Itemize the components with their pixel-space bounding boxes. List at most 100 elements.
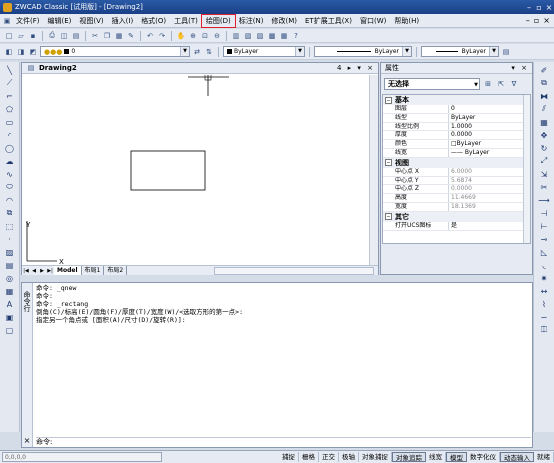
save-icon[interactable]: ▪ (28, 31, 38, 41)
property-value[interactable]: 1.0000 (449, 123, 530, 131)
break-at-point-icon[interactable]: ⊣ (538, 207, 550, 219)
move-icon[interactable]: ✥ (538, 129, 550, 141)
polygon-icon[interactable]: ⬠ (4, 103, 16, 115)
property-row[interactable]: 图层 0 (383, 105, 530, 114)
status-toggle[interactable]: 栅格 (299, 452, 319, 462)
region-icon[interactable]: ◎ (4, 272, 16, 284)
doc-minimize-button[interactable]: – (526, 16, 530, 25)
property-value[interactable]: 0.0000 (449, 131, 530, 139)
prev-tab-icon[interactable]: ◀ (30, 268, 38, 274)
property-category[interactable]: − 视图 (383, 157, 530, 168)
construction-line-icon[interactable]: ⟋ (4, 77, 16, 89)
menu-item[interactable]: 视图(V) (75, 15, 107, 27)
collapse-icon[interactable]: − (385, 213, 392, 221)
status-toggle[interactable]: 对象追踪 (392, 452, 426, 462)
rectangle-entity[interactable] (130, 150, 206, 191)
pan-icon[interactable]: ✋ (176, 31, 186, 41)
selection-dropdown[interactable]: 无选择 ▼ (384, 78, 480, 90)
layout-tab[interactable]: 布局2 (104, 266, 128, 275)
spline-icon[interactable]: ∿ (4, 168, 16, 180)
new-icon[interactable]: □ (4, 31, 14, 41)
rectangle-icon[interactable]: ▭ (4, 116, 16, 128)
drawing-canvas[interactable]: Y X (23, 73, 368, 266)
array-icon[interactable]: ▦ (538, 116, 550, 128)
layer-previous-icon[interactable]: ◩ (28, 47, 38, 57)
stretch-icon[interactable]: ⇲ (538, 168, 550, 180)
lineweight-select[interactable]: ByLayer ▼ (421, 46, 499, 57)
maximize-button[interactable]: ▫ (534, 3, 544, 12)
next-tab-icon[interactable]: ▶ (38, 268, 46, 274)
property-row[interactable]: 高度 11.4669 (383, 194, 530, 203)
property-row[interactable]: 中心点 X 6.0000 (383, 167, 530, 177)
quick-select-icon[interactable]: ∇ (509, 79, 519, 89)
property-value[interactable]: 6.0000 (449, 168, 530, 176)
property-row[interactable]: 颜色 □ByLayer (383, 140, 530, 149)
menu-item[interactable]: 编辑(E) (44, 15, 76, 27)
mtext-icon[interactable]: A (4, 298, 16, 310)
insert-block-icon[interactable]: ⧉ (4, 207, 16, 219)
erase-icon[interactable]: ✐ (538, 64, 550, 76)
make-block-icon[interactable]: ⬚ (4, 220, 16, 232)
first-tab-icon[interactable]: |◀ (22, 268, 30, 274)
gradient-icon[interactable]: ▤ (4, 259, 16, 271)
offset-icon[interactable]: ⫽ (538, 103, 550, 115)
copy-object-icon[interactable]: ⧉ (538, 77, 550, 89)
edit-spline-icon[interactable]: ∽ (538, 311, 550, 323)
layout-tab[interactable]: 布局1 (82, 266, 105, 275)
select-objects-icon[interactable]: ⇱ (496, 79, 506, 89)
property-value[interactable]: 5.6874 (449, 177, 530, 185)
property-category[interactable]: − 基本 (383, 95, 530, 105)
plot-style-icon[interactable]: ▤ (501, 47, 511, 57)
circle-icon[interactable]: ◯ (4, 142, 16, 154)
line-icon[interactable]: ╲ (4, 64, 16, 76)
property-row[interactable]: 宽度 18.1369 (383, 202, 530, 212)
doc-menu-icon[interactable]: ▣ (2, 16, 12, 26)
menu-item[interactable]: ET扩展工具(X) (301, 15, 356, 27)
menu-item[interactable]: 标注(N) (235, 15, 268, 27)
menu-item[interactable]: 帮助(H) (390, 15, 423, 27)
publish-icon[interactable]: ▤ (71, 31, 81, 41)
menu-item[interactable]: 文件(F) (12, 15, 44, 27)
property-value[interactable]: 11.4669 (449, 194, 530, 202)
status-toggle[interactable]: 对象捕捉 (359, 452, 392, 462)
property-value[interactable]: ByLayer (449, 114, 530, 122)
print-icon[interactable]: ⎙ (47, 31, 57, 41)
open-icon[interactable]: ▱ (16, 31, 26, 41)
color-select[interactable]: ByLayer ▼ (223, 46, 305, 57)
cut-icon[interactable]: ✂ (90, 31, 100, 41)
drawing-horizontal-scrollbar[interactable] (214, 266, 374, 275)
arc-icon[interactable]: ◜ (4, 129, 16, 141)
menu-item[interactable]: 插入(I) (108, 15, 138, 27)
property-row[interactable]: 中心点 Y 5.6874 (383, 176, 530, 186)
chamfer-icon[interactable]: ◺ (538, 246, 550, 258)
property-value[interactable]: 0 (449, 105, 530, 113)
drawing-window-controls[interactable]: 4 ▸ ▾ × (337, 64, 378, 72)
join-icon[interactable]: ⊸ (538, 233, 550, 245)
calculator-icon[interactable]: ▦ (279, 31, 289, 41)
status-toggle[interactable]: 就绪 (534, 452, 554, 462)
menu-item[interactable]: 窗口(W) (356, 15, 390, 27)
edit-polyline-icon[interactable]: ⌇ (538, 298, 550, 310)
status-toggle[interactable]: 正交 (319, 452, 339, 462)
explode-icon[interactable]: ✷ (538, 272, 550, 284)
undo-icon[interactable]: ↶ (145, 31, 155, 41)
polyline-icon[interactable]: ⌐ (4, 90, 16, 102)
properties-controls[interactable]: ▾ × (511, 64, 532, 72)
ellipse-icon[interactable]: ⬭ (4, 181, 16, 193)
status-toggle[interactable]: 数字化仪 (467, 452, 500, 462)
hatch-icon[interactable]: ▨ (4, 246, 16, 258)
status-toggle[interactable]: 动态输入 (500, 452, 534, 462)
command-input-line[interactable]: 命令: (36, 437, 531, 446)
table-icon[interactable]: ▦ (4, 285, 16, 297)
property-row[interactable]: 线宽 —— ByLayer (383, 148, 530, 158)
status-toggle[interactable]: 线宽 (426, 452, 446, 462)
property-value[interactable]: 0.0000 (449, 185, 530, 193)
mirror-icon[interactable]: ⧓ (538, 90, 550, 102)
collapse-icon[interactable]: − (385, 159, 392, 167)
zoom-previous-icon[interactable]: ⊖ (212, 31, 222, 41)
toggle-pickadd-icon[interactable]: ⊞ (483, 79, 493, 89)
make-current-layer-icon[interactable]: ⇄ (192, 47, 202, 57)
properties-icon[interactable]: ▥ (231, 31, 241, 41)
doc-restore-button[interactable]: ▫ (534, 16, 539, 25)
wipeout-icon[interactable]: ▢ (4, 324, 16, 336)
